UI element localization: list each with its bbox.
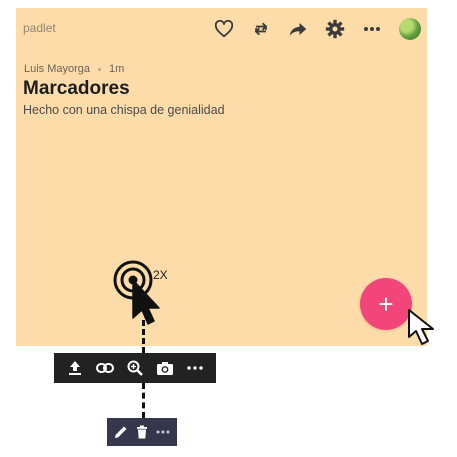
connector-line: [142, 320, 145, 353]
link-icon[interactable]: [94, 357, 116, 379]
connector-line: [142, 383, 145, 418]
heart-icon[interactable]: [214, 19, 234, 39]
meta-separator: [98, 67, 102, 71]
board-title: Marcadores: [23, 78, 130, 99]
brand-logo: padlet: [23, 21, 56, 35]
post-meta: Luis Mayorga 1m: [24, 63, 124, 75]
author-name: Luis Mayorga: [24, 63, 91, 75]
header-toolbar: [214, 16, 421, 42]
gear-icon[interactable]: [325, 19, 345, 39]
add-post-button[interactable]: +: [360, 278, 412, 330]
more-icon[interactable]: [154, 423, 172, 441]
pointer-cursor-icon: [408, 309, 434, 345]
camera-icon[interactable]: [154, 357, 176, 379]
search-web-icon[interactable]: [124, 357, 146, 379]
pencil-icon[interactable]: [112, 423, 130, 441]
post-creation-toolbar: [54, 353, 216, 383]
double-tap-label: 2X: [153, 268, 168, 282]
more-icon[interactable]: [184, 357, 206, 379]
upload-icon[interactable]: [64, 357, 86, 379]
post-edit-toolbar: [107, 418, 177, 446]
avatar[interactable]: [399, 18, 421, 40]
repost-icon[interactable]: [251, 19, 271, 39]
trash-icon[interactable]: [133, 423, 151, 441]
post-time: 1m: [109, 63, 125, 75]
more-icon[interactable]: [362, 19, 382, 39]
share-icon[interactable]: [288, 19, 308, 39]
board-subtitle: Hecho con una chispa de genialidad: [23, 103, 225, 117]
